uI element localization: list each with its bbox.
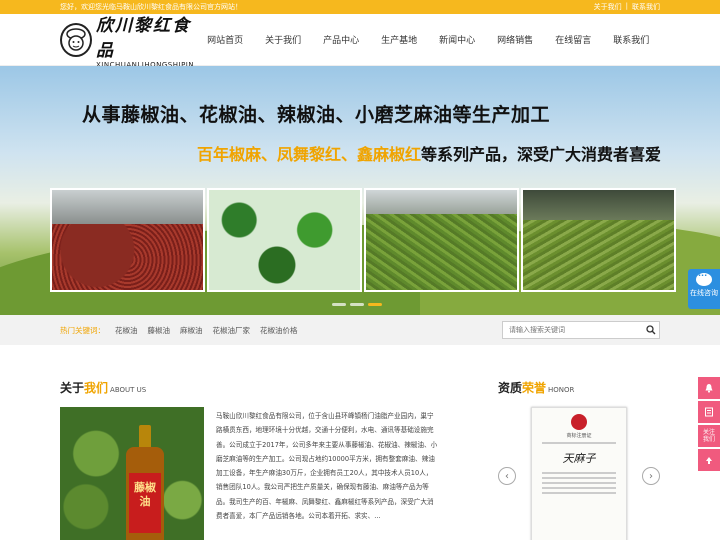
follow-us-button[interactable]: 关注 我们 bbox=[698, 425, 720, 447]
site-logo[interactable]: 欣川黎红食品 XINCHUANLIHONGSHIPIN bbox=[60, 11, 196, 69]
quick-tools: 关注 我们 bbox=[698, 377, 720, 473]
banner-subtitle-rest: 等系列产品，深受广大消费者喜爱 bbox=[421, 145, 662, 164]
about-description: 马鞍山欣川黎红食品有限公司，位于含山县环峰镇杨门油脂产业园内，巢宁路横贯东西，地… bbox=[216, 412, 438, 521]
about-title-main: 关于 bbox=[60, 381, 85, 395]
search-icon bbox=[646, 325, 656, 335]
nav-home[interactable]: 网站首页 bbox=[196, 33, 254, 46]
search-button[interactable] bbox=[643, 322, 659, 338]
slider-dots bbox=[332, 303, 382, 306]
nav-message[interactable]: 在线留言 bbox=[544, 33, 602, 46]
site-header: 欣川黎红食品 XINCHUANLIHONGSHIPIN 网站首页 关于我们 产品… bbox=[0, 11, 720, 69]
nav-news[interactable]: 新闻中心 bbox=[428, 33, 486, 46]
search-box bbox=[502, 321, 660, 339]
banner-photo-pepper-harvest bbox=[364, 188, 519, 292]
hot-keyword[interactable]: 藤椒油 bbox=[148, 325, 171, 336]
banner-subtitle: 百年椒麻、凤舞黎红、鑫麻椒红等系列产品，深受广大消费者喜爱 bbox=[197, 141, 661, 165]
slider-dot-active[interactable] bbox=[368, 303, 382, 306]
hot-keyword[interactable]: 花椒油 bbox=[115, 325, 138, 336]
search-input[interactable] bbox=[503, 322, 643, 338]
banner-photos bbox=[50, 188, 676, 292]
honor-title-main: 资质 bbox=[498, 381, 523, 395]
honor-title-highlight: 荣誉 bbox=[522, 381, 547, 395]
banner-photo-processing bbox=[521, 188, 676, 292]
nav-products[interactable]: 产品中心 bbox=[312, 33, 370, 46]
keyword-search-bar: 热门关键词： 花椒油 藤椒油 麻椒油 花椒油厂家 花椒油价格 bbox=[0, 315, 720, 345]
bottle-label: 藤椒油 bbox=[129, 473, 161, 533]
main-nav: 网站首页 关于我们 产品中心 生产基地 新闻中心 网络销售 在线留言 联系我们 bbox=[196, 33, 660, 46]
nav-online-sales[interactable]: 网络销售 bbox=[486, 33, 544, 46]
banner-photo-pepper-plant bbox=[207, 188, 362, 292]
top-link-contact[interactable]: 联系我们 bbox=[632, 2, 660, 12]
honor-next-button[interactable]: › bbox=[642, 467, 660, 485]
top-link-separator: | bbox=[625, 2, 628, 10]
message-icon[interactable] bbox=[698, 401, 720, 423]
honor-section-title: 资质荣誉 HONOR bbox=[498, 379, 574, 396]
top-link-about[interactable]: 关于我们 bbox=[594, 2, 622, 12]
hot-keyword[interactable]: 花椒油价格 bbox=[260, 325, 298, 336]
hot-keyword[interactable]: 麻椒油 bbox=[180, 325, 203, 336]
about-image[interactable]: 藤椒油 bbox=[60, 407, 204, 540]
bell-icon[interactable] bbox=[698, 377, 720, 399]
about-section-title: 关于我们 ABOUT US bbox=[60, 379, 146, 396]
about-title-english: ABOUT US bbox=[110, 386, 147, 394]
banner-title: 从事藤椒油、花椒油、辣椒油、小磨芝麻油等生产加工 bbox=[82, 104, 551, 126]
chat-bubble-icon bbox=[696, 271, 712, 286]
hero-banner[interactable]: 从事藤椒油、花椒油、辣椒油、小磨芝麻油等生产加工 百年椒麻、凤舞黎红、鑫麻椒红等… bbox=[0, 66, 720, 315]
slider-dot[interactable] bbox=[332, 303, 346, 306]
back-to-top-icon[interactable] bbox=[698, 449, 720, 471]
nav-about[interactable]: 关于我们 bbox=[254, 33, 312, 46]
certificate-title: 商标注册证 bbox=[566, 433, 592, 439]
banner-brands: 百年椒麻、凤舞黎红、鑫麻椒红 bbox=[197, 145, 422, 164]
nav-contact[interactable]: 联系我们 bbox=[602, 33, 660, 46]
top-links: 关于我们 | 联系我们 bbox=[594, 2, 660, 12]
honor-carousel: ‹ 商标注册证 天麻子 › bbox=[498, 407, 660, 540]
slider-dot[interactable] bbox=[350, 303, 364, 306]
hot-keyword[interactable]: 花椒油厂家 bbox=[213, 325, 251, 336]
banner-photo-drying-peppers bbox=[50, 188, 205, 292]
online-service-label: 在线咨询 bbox=[690, 289, 718, 297]
honor-prev-button[interactable]: ‹ bbox=[498, 467, 516, 485]
trademark-certificate[interactable]: 商标注册证 天麻子 bbox=[531, 407, 627, 540]
follow-us-label: 关注 我们 bbox=[702, 429, 715, 443]
hot-keywords-label: 热门关键词： bbox=[60, 325, 105, 335]
national-emblem-icon bbox=[571, 414, 587, 430]
certificate-mark: 天麻子 bbox=[562, 452, 596, 465]
nav-production-base[interactable]: 生产基地 bbox=[370, 33, 428, 46]
logo-chinese: 欣川黎红食品 bbox=[96, 15, 191, 61]
chef-logo-icon bbox=[60, 22, 92, 57]
honor-title-english: HONOR bbox=[548, 386, 575, 394]
oil-bottle: 藤椒油 bbox=[126, 425, 164, 540]
online-service-button[interactable]: 在线咨询 bbox=[688, 269, 720, 309]
about-title-highlight: 我们 bbox=[84, 381, 109, 395]
